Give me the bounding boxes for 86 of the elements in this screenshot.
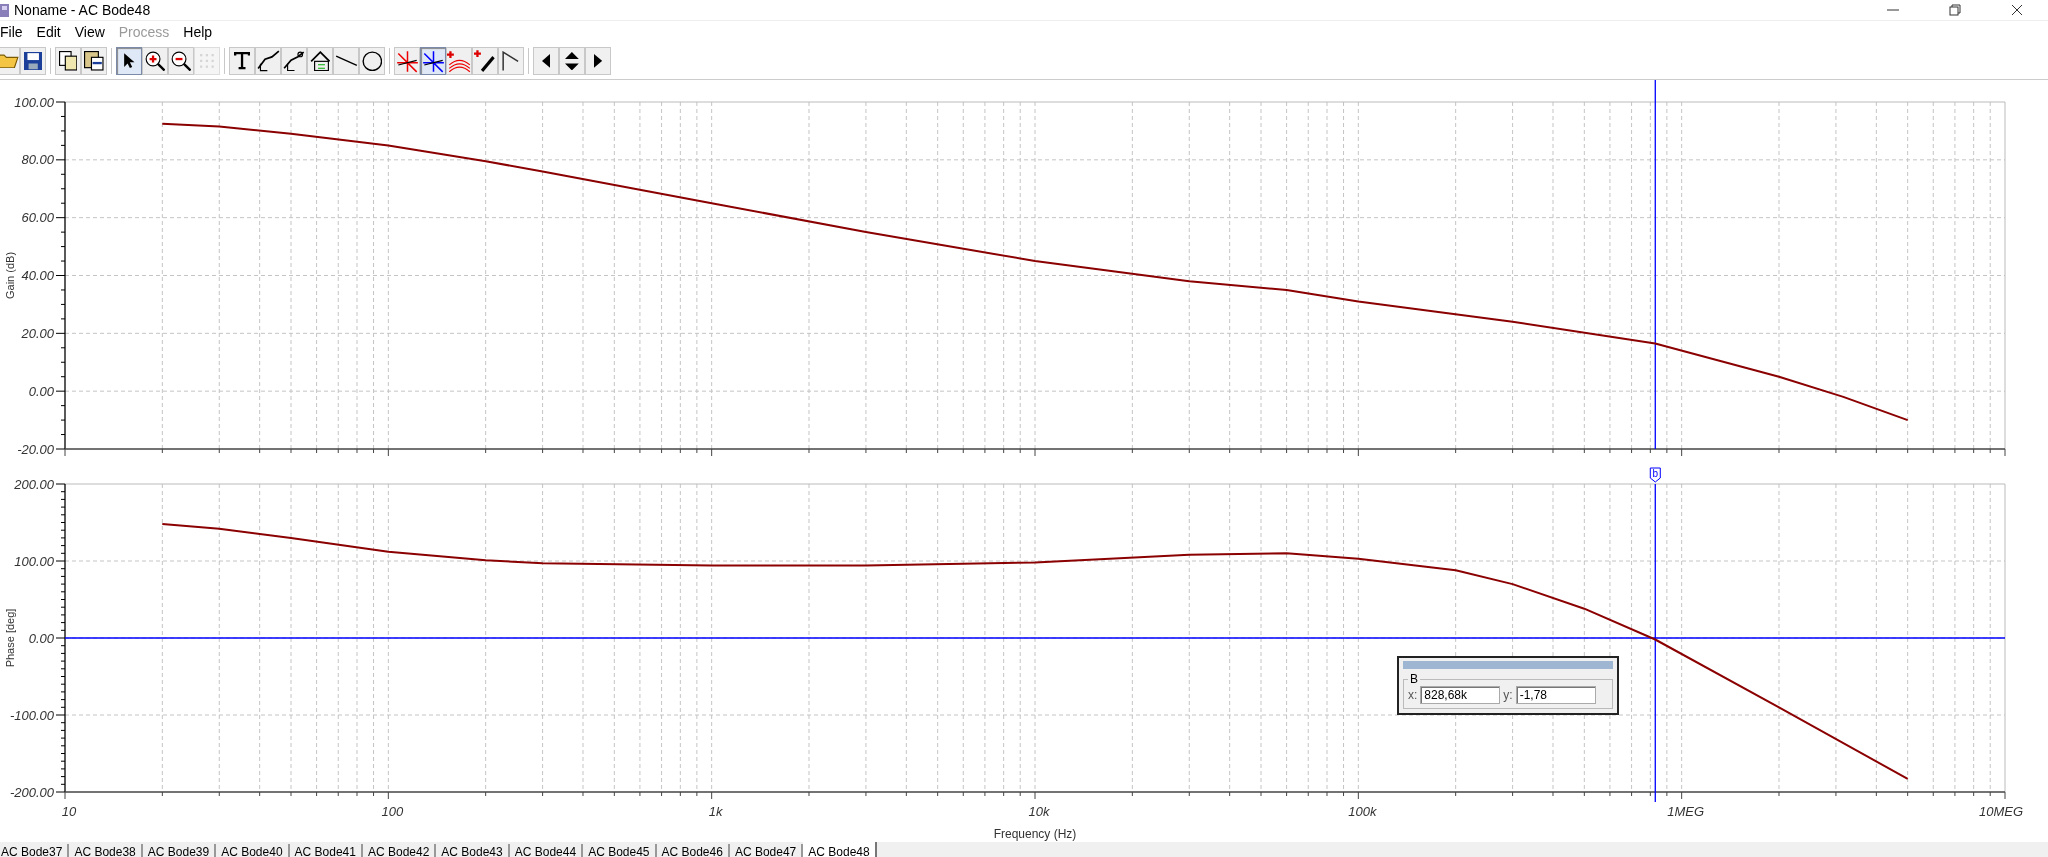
menu-item[interactable]: File <box>0 24 29 40</box>
axis-tick-label: 60.00 <box>21 210 54 226</box>
close-icon[interactable] <box>2010 3 2024 17</box>
toolbar-button[interactable] <box>142 47 168 75</box>
restore-icon[interactable] <box>1948 3 1962 17</box>
axis-tick-label: 1k <box>708 804 723 819</box>
axis-tick-label: 100.00 <box>14 553 54 569</box>
group-label: B <box>1409 672 1419 686</box>
toolbar-button[interactable] <box>116 47 142 75</box>
document-tab[interactable]: AC Bode40 <box>216 844 290 857</box>
document-tab[interactable]: AC Bode45 <box>583 844 657 857</box>
toolbar-button[interactable] <box>281 47 307 75</box>
document-tab[interactable]: AC Bode37 <box>0 844 70 857</box>
toolbar-button[interactable] <box>81 47 107 75</box>
axis-tick-label: 20.00 <box>21 325 54 341</box>
document-tab[interactable]: AC Bode44 <box>509 844 584 857</box>
paste-icon <box>84 51 104 71</box>
document-tab[interactable]: AC Bode48 <box>803 842 877 857</box>
toolbar-button[interactable] <box>420 47 446 75</box>
cursor-line[interactable] <box>1654 483 1656 803</box>
up-down-arrow-icon <box>565 51 579 71</box>
toolbar-button[interactable] <box>20 47 46 75</box>
document-tab[interactable]: AC Bode38 <box>69 844 143 857</box>
axis-tick-label: 80.00 <box>21 152 54 168</box>
menu-item[interactable]: Edit <box>36 24 67 40</box>
cursor-line[interactable] <box>1654 80 1656 450</box>
axis-tick-label: -100.00 <box>9 707 54 723</box>
field-label: y: <box>1503 688 1513 702</box>
axis-tick-label: 0.00 <box>28 383 54 399</box>
toolbar-button[interactable] <box>255 47 281 75</box>
zoom-in-icon <box>144 50 166 72</box>
toolbar-button[interactable] <box>498 47 524 75</box>
toolbar-button[interactable] <box>55 47 81 75</box>
left-arrow-icon <box>541 54 550 68</box>
toolbar-button[interactable] <box>307 47 333 75</box>
picker-icon <box>474 48 496 74</box>
toolbar-button[interactable] <box>229 47 255 75</box>
field-label: x: <box>1408 688 1418 702</box>
app-icon <box>0 2 10 18</box>
toolbar-button[interactable] <box>533 47 559 75</box>
pointer-icon <box>122 52 136 70</box>
toolbar-button[interactable] <box>585 47 611 75</box>
axis-tick-label: 1MEG <box>1667 804 1705 819</box>
axis-tick-label: 10k <box>1028 804 1050 819</box>
document-tab[interactable]: AC Bode46 <box>656 844 730 857</box>
angle-icon <box>502 50 520 72</box>
document-tab[interactable]: AC Bode43 <box>436 844 510 857</box>
document-tab[interactable]: AC Bode39 <box>142 844 217 857</box>
axis-tick-label: 100k <box>1348 804 1377 819</box>
axis-tick-label: 10MEG <box>1978 804 2024 819</box>
input-field[interactable]: 828,68k <box>1420 686 1501 704</box>
window-title: Noname - AC Bode48 <box>14 2 151 18</box>
zoom-out-icon <box>170 50 192 72</box>
axis-tick-label: 100 <box>381 804 404 819</box>
toolbar-button[interactable] <box>359 47 385 75</box>
cursor-icon <box>421 49 445 73</box>
copy-icon <box>58 51 78 71</box>
folder-icon <box>0 53 19 69</box>
axis-tick-label: -20.00 <box>17 441 54 457</box>
axis-tick-label: 40.00 <box>21 268 54 283</box>
circle-icon <box>361 50 383 72</box>
cursor-icon <box>395 49 419 73</box>
toolbar-button[interactable] <box>168 47 194 75</box>
toolbar-button[interactable] <box>472 47 498 75</box>
toolbar-button[interactable] <box>559 47 585 75</box>
input-field[interactable]: -1,78 <box>1515 686 1596 704</box>
axis-tick-label: 10 <box>61 804 77 819</box>
text-tool-icon <box>233 52 251 70</box>
document-tab[interactable]: AC Bode41 <box>289 844 363 857</box>
add-curve-icon <box>447 49 471 73</box>
axis-tick-label: 200.00 <box>14 476 54 492</box>
grid-icon <box>200 54 214 68</box>
document-tab[interactable]: AC Bode42 <box>362 844 437 857</box>
axis-tick-label: 100.00 <box>14 94 54 110</box>
menu-item[interactable]: Help <box>183 24 219 40</box>
right-arrow-icon <box>593 54 602 68</box>
axis-title: Gain (dB) <box>4 251 16 300</box>
axis-title: Phase [deg] <box>4 608 16 668</box>
toolbar-button[interactable] <box>333 47 359 75</box>
cursor-flag[interactable]: b <box>1649 467 1661 483</box>
axis-tick-label: 0.00 <box>28 630 54 646</box>
menu-item[interactable]: View <box>74 24 111 40</box>
line-icon <box>334 55 358 67</box>
toolbar-button[interactable] <box>394 47 420 75</box>
axis-title: Frequency (Hz) <box>993 827 1077 841</box>
axis-tick-label: -200.00 <box>9 784 54 800</box>
